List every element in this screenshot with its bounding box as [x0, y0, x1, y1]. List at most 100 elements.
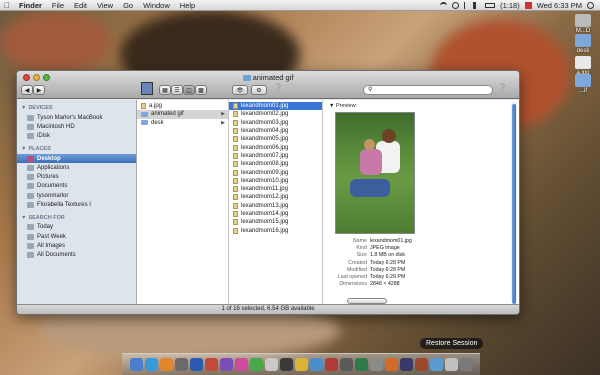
list-item[interactable]: lexandmom12.jpg [229, 193, 322, 201]
menu-help[interactable]: Help [175, 1, 200, 10]
bluetooth-icon[interactable] [464, 1, 468, 9]
restore-session-tooltip[interactable]: Restore Session [420, 338, 484, 349]
sidebar-item-all-documents[interactable]: All Documents [17, 251, 136, 260]
dock-app-icon[interactable] [129, 358, 143, 371]
dock-app-icon[interactable] [234, 358, 248, 371]
sidebar-item-all-images[interactable]: All Images [17, 241, 136, 250]
apple-icon[interactable]:  [0, 1, 14, 10]
flag-icon[interactable] [524, 1, 532, 9]
clock-icon [27, 233, 34, 240]
sidebar-item-florabella[interactable]: Florabella Textures I [17, 200, 136, 209]
sidebar-section-search[interactable]: ▼ SEARCH FOR [17, 213, 136, 223]
dock-app-icon[interactable] [264, 358, 278, 371]
dock-app-icon[interactable] [384, 358, 398, 371]
list-item[interactable]: lexandmom07.jpg [229, 152, 322, 160]
battery-icon[interactable] [485, 2, 496, 8]
dock-app-icon[interactable] [219, 358, 233, 371]
dock-app-icon[interactable] [174, 358, 188, 371]
dock-app-icon[interactable] [294, 358, 308, 371]
list-item[interactable]: lexandmom01.jpg [229, 102, 322, 111]
desktop-icon-desk[interactable]: desk [572, 34, 594, 54]
dock-app-icon[interactable] [144, 358, 158, 371]
view-list-button[interactable]: ☰ [171, 85, 183, 95]
dock-app-icon[interactable] [279, 358, 293, 371]
forward-button[interactable]: ▶ [33, 85, 45, 95]
action-gear-button[interactable]: ⚙ [251, 85, 267, 95]
menu-finder[interactable]: Finder [14, 1, 47, 10]
list-item[interactable]: lexandmom09.jpg [229, 168, 322, 176]
preview-image [335, 112, 415, 234]
sidebar-item-idisk[interactable]: iDisk [17, 132, 136, 141]
desktop-icon-ajpg[interactable]: a.jpg [572, 56, 594, 76]
spotlight-icon[interactable] [587, 1, 594, 9]
scrollbar[interactable] [511, 102, 517, 304]
list-item[interactable]: lexandmom08.jpg [229, 160, 322, 168]
list-item[interactable]: lexandmom03.jpg [229, 119, 322, 127]
dock-app-icon[interactable] [399, 358, 413, 371]
volume-icon[interactable] [473, 1, 480, 9]
sidebar-section-places[interactable]: ▼ PLACES [17, 144, 136, 154]
dock-app-icon[interactable] [444, 358, 458, 371]
dock-app-icon[interactable] [459, 358, 473, 371]
back-button[interactable]: ◀ [21, 85, 33, 95]
menu-edit[interactable]: Edit [69, 1, 92, 10]
sidebar-section-devices[interactable]: ▼ DEVICES [17, 103, 136, 113]
list-item[interactable]: lexandmom16.jpg [229, 226, 322, 234]
search-input[interactable]: ⚲ [363, 85, 493, 95]
timemachine-icon[interactable] [452, 1, 460, 9]
dock-app-icon[interactable] [324, 358, 338, 371]
list-item[interactable]: a.jpg [137, 102, 228, 110]
sidebar-item-past-week[interactable]: Past Week [17, 232, 136, 241]
clock[interactable]: Wed 6:33 PM [537, 1, 582, 10]
sidebar-item-desktop[interactable]: Desktop [17, 153, 136, 164]
dock-app-icon[interactable] [339, 358, 353, 371]
list-item[interactable]: lexandmom11.jpg [229, 185, 322, 193]
dock [122, 353, 480, 375]
list-item[interactable]: lexandmom04.jpg [229, 127, 322, 135]
menu-window[interactable]: Window [138, 1, 175, 10]
dock-app-icon[interactable] [414, 358, 428, 371]
list-item[interactable]: lexandmom14.jpg [229, 210, 322, 218]
dock-app-icon[interactable] [249, 358, 263, 371]
dock-app-icon[interactable] [429, 358, 443, 371]
sidebar-item-today[interactable]: Today [17, 223, 136, 232]
dock-app-icon[interactable] [189, 358, 203, 371]
desktop-icon-gif[interactable]: ...if [572, 74, 594, 94]
menu-view[interactable]: View [92, 1, 118, 10]
list-item[interactable]: lexandmom13.jpg [229, 202, 322, 210]
quicklook-button[interactable]: 👁 [232, 85, 248, 95]
view-icon-button[interactable]: ▦ [159, 85, 171, 95]
dock-app-icon[interactable] [369, 358, 383, 371]
sidebar-item-documents[interactable]: Documents [17, 182, 136, 191]
list-item[interactable]: lexandmom02.jpg [229, 110, 322, 118]
list-item[interactable]: lexandmom05.jpg [229, 135, 322, 143]
list-item[interactable]: animated gif ▶ [137, 110, 228, 119]
list-item[interactable]: lexandmom06.jpg [229, 143, 322, 151]
image-file-icon [575, 56, 591, 69]
sidebar-item-macbook[interactable]: Tyson Marlor's MacBook [17, 113, 136, 122]
desktop-icon-disk[interactable]: M...D [572, 14, 594, 34]
sidebar-item-macintosh-hd[interactable]: Macintosh HD [17, 122, 136, 131]
wifi-icon[interactable] [440, 1, 448, 9]
menu-file[interactable]: File [47, 1, 69, 10]
dock-app-icon[interactable] [159, 358, 173, 371]
dock-app-icon[interactable] [354, 358, 368, 371]
dock-app-icon[interactable] [309, 358, 323, 371]
view-coverflow-button[interactable]: ▩ [195, 85, 207, 95]
sidebar-item-home[interactable]: tysonmarlor [17, 191, 136, 200]
dock-app-icon[interactable] [204, 358, 218, 371]
list-item[interactable]: lexandmom10.jpg [229, 177, 322, 185]
folder-icon [242, 75, 251, 81]
view-column-button[interactable]: ◫ [183, 85, 195, 95]
sidebar-item-pictures[interactable]: Pictures [17, 172, 136, 181]
menu-go[interactable]: Go [118, 1, 138, 10]
file-info-row: Size 1.8 MB on disk [356, 252, 406, 259]
list-item[interactable]: desk ▶ [137, 119, 228, 127]
scrollbar-thumb[interactable] [512, 104, 516, 304]
sidebar-item-applications[interactable]: Applications [17, 163, 136, 172]
help-icon[interactable]: ? [275, 82, 281, 94]
help-icon-right[interactable]: ? [499, 82, 505, 94]
menu-bar:  Finder File Edit View Go Window Help (… [0, 0, 600, 11]
list-item[interactable]: lexandmom15.jpg [229, 218, 322, 226]
folder-proxy-icon[interactable] [141, 82, 153, 95]
